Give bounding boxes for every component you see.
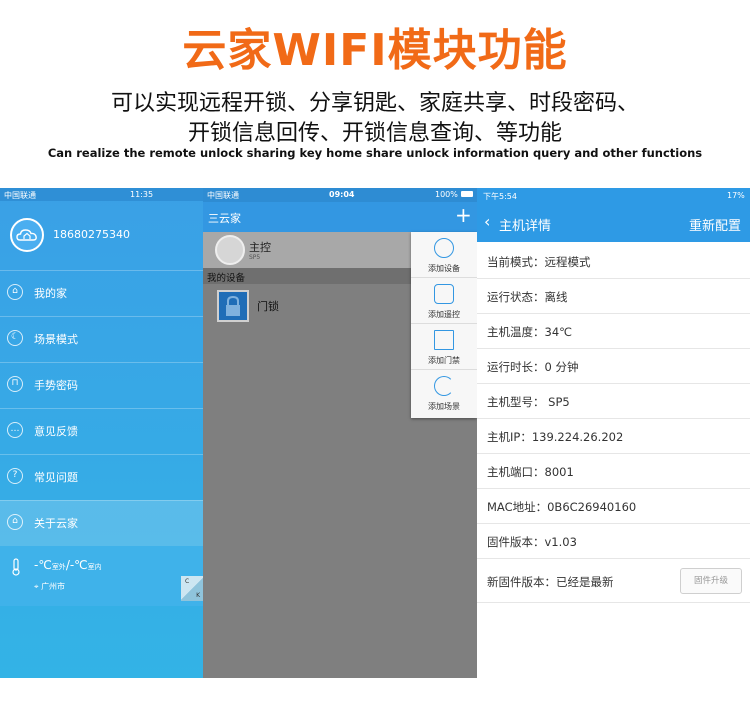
status-bar: 中国联通 09:04 100% [203,188,477,202]
add-menu-popup: 添加设备 添加遥控 添加门禁 添加场景 [411,232,477,418]
corner-letter: C [185,578,190,585]
outdoor-label: 室外 [51,563,66,571]
firmware-upgrade-button[interactable]: 固件升级 [680,568,742,594]
remote-icon [434,284,454,304]
add-button[interactable]: + [455,203,472,227]
popup-label: 添加遥控 [428,310,460,319]
power-icon [434,238,454,258]
back-arrow-icon[interactable]: ‹ [484,212,490,231]
app-title[interactable]: 三云家 [208,210,241,226]
detail-text: MAC地址：0B6C26940160 [487,500,637,514]
section-title: 我的设备 [207,273,246,284]
status-time: 11:35 [130,190,154,199]
question-icon: ? [7,468,23,484]
detail-row-mac: MAC地址：0B6C26940160 [477,489,750,524]
subtitle-line-2: 开锁信息回传、开锁信息查询、等功能 [187,121,562,146]
subtitle-line-1: 可以实现远程开锁、分享钥匙、家庭共享、时段密码、 [110,91,639,116]
status-bar: 下午5:54 17% [477,188,750,204]
detail-text: 当前模式：远程模式 [487,255,591,269]
carrier-label: 中国联通 [207,191,239,200]
status-time: 09:04 [329,190,355,199]
corner-tab[interactable]: C K [181,576,203,601]
popup-add-door[interactable]: 添加门禁 [411,324,477,370]
device-name: 主控 [249,241,271,254]
controller-icon [215,235,245,265]
chat-icon: … [7,422,23,438]
status-bar: 中国联通 11:35 [0,188,203,201]
outdoor-temp: -℃ [34,558,52,572]
city-name: 广州市 [41,582,66,591]
detail-row-uptime: 运行时长：0 分钟 [477,349,750,384]
detail-row-model: 主机型号： SP5 [477,384,750,419]
lock-icon: ⊓ [7,376,23,392]
indoor-temp: /-℃ [65,558,88,572]
detail-row-temperature: 主机温度：34℃ [477,314,750,349]
menu-item-scene-mode[interactable]: ☾ 场景模式 [0,316,203,362]
profile-header[interactable]: 18680275340 [10,218,200,254]
location: ⌖ 广州市 [34,581,65,592]
carrier-label: 中国联通 [4,191,36,200]
menu-label: 手势密码 [34,379,78,392]
menu-item-about[interactable]: ⌂ 关于云家 [0,500,203,546]
lock-name: 门锁 [257,300,279,313]
english-caption: Can realize the remote unlock sharing ke… [47,146,703,160]
weather-panel: -℃室外/-℃室内 ⌖ 广州市 [0,546,203,606]
phone-number: 18680275340 [53,228,130,241]
indoor-label: 室内 [87,563,102,571]
lock-icon [217,290,249,322]
detail-text: 主机端口：8001 [487,465,574,479]
app-bar: 三云家 + [203,202,477,232]
detail-row-status: 运行状态：离线 [477,279,750,314]
menu-item-feedback[interactable]: … 意见反馈 [0,408,203,454]
menu-label: 关于云家 [34,517,78,530]
detail-text: 运行时长：0 分钟 [487,360,579,374]
phone-device-list: 中国联通 09:04 100% 三云家 + 主控 SP5 我的设备 门锁 添加设… [203,188,477,678]
phone-host-details: 下午5:54 17% ‹ 主机详情 重新配置 当前模式：远程模式 运行状态：离线… [477,188,750,678]
detail-row-ip: 主机IP：139.224.26.202 [477,419,750,454]
detail-text: 新固件版本：已经是最新 [487,575,614,589]
app-bar: ‹ 主机详情 重新配置 [477,204,750,242]
popup-label: 添加门禁 [428,356,460,365]
cloud-home-icon [16,229,37,241]
status-time: 下午5:54 [483,192,517,201]
menu-label: 常见问题 [34,471,78,484]
detail-row-port: 主机端口：8001 [477,454,750,489]
popup-label: 添加设备 [428,264,460,273]
popup-label: 添加场景 [428,402,460,411]
battery-icon [461,191,473,197]
temperature-readout: -℃室外/-℃室内 [34,558,102,572]
detail-text: 运行状态：离线 [487,290,568,304]
popup-add-scene[interactable]: 添加场景 [411,370,477,416]
moon-icon: ☾ [7,330,23,346]
popup-add-device[interactable]: 添加设备 [411,232,477,278]
detail-text: 主机IP：139.224.26.202 [487,430,624,444]
battery-level: 100% [435,190,458,199]
reconfigure-button[interactable]: 重新配置 [689,215,741,234]
detail-text: 主机型号： SP5 [487,395,570,409]
menu-label: 意见反馈 [34,425,78,438]
moon-icon [434,376,454,396]
detail-row-firmware: 固件版本：v1.03 [477,524,750,559]
door-icon [434,330,454,350]
home-icon: ⌂ [7,514,23,530]
app-title: 主机详情 [499,219,552,234]
menu-label: 我的家 [34,287,67,300]
detail-row-mode: 当前模式：远程模式 [477,244,750,279]
thermometer-icon [12,558,20,576]
avatar[interactable] [10,218,44,252]
page-title: 云家WIFI模块功能 [182,25,568,76]
location-pin-icon: ⌖ [34,582,39,591]
battery-level: 17% [727,191,745,200]
home-icon: ⌂ [7,284,23,300]
menu-item-gesture-password[interactable]: ⊓ 手势密码 [0,362,203,408]
detail-text: 主机温度：34℃ [487,325,573,339]
menu-label: 场景模式 [34,333,78,346]
menu-item-faq[interactable]: ? 常见问题 [0,454,203,500]
menu-item-my-home[interactable]: ⌂ 我的家 [0,270,203,316]
device-model: SP5 [249,254,261,261]
phone-side-menu: 中国联通 11:35 18680275340 ⌂ 我的家 ☾ 场景模式 ⊓ 手势… [0,188,203,678]
popup-add-remote[interactable]: 添加遥控 [411,278,477,324]
corner-letter: K [196,592,200,599]
detail-text: 固件版本：v1.03 [487,535,577,549]
